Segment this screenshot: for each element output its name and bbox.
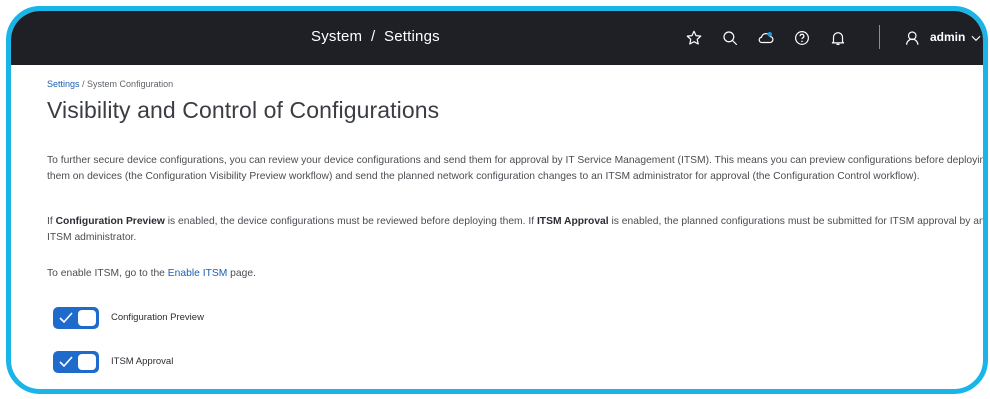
user-icon[interactable] [904, 29, 922, 47]
intro-paragraph: To further secure device configurations,… [47, 155, 988, 182]
toggle-knob [78, 354, 96, 370]
enable-itsm-paragraph: To enable ITSM, go to the Enable ITSM pa… [47, 266, 647, 282]
p2-bold-config-preview: Configuration Preview [55, 216, 165, 227]
help-icon[interactable] [793, 29, 811, 47]
toggle-knob [78, 310, 96, 326]
cloud-icon[interactable] [757, 29, 775, 47]
breadcrumb-current: System Configuration [87, 79, 174, 89]
p2-text-c: is enabled, the device configurations mu… [164, 216, 537, 227]
check-icon [59, 356, 73, 368]
p2-bold-itsm-approval: ITSM Approval [536, 216, 609, 227]
p2-text-a: If [47, 216, 56, 227]
user-name[interactable]: admin [930, 30, 965, 44]
breadcrumb-separator: / [79, 79, 88, 89]
star-icon[interactable] [685, 29, 703, 47]
itsm-approval-toggle[interactable] [53, 351, 99, 373]
p3-text-a: To enable ITSM, go to the [47, 268, 168, 279]
header-title: System / Settings [311, 28, 440, 45]
enable-itsm-link[interactable]: Enable ITSM [168, 268, 228, 279]
window-frame: System / Settings admin Settings / Syste… [6, 6, 988, 394]
chevron-down-icon[interactable] [969, 31, 983, 49]
header-divider [879, 25, 880, 49]
configuration-preview-toggle[interactable] [53, 307, 99, 329]
search-icon[interactable] [721, 29, 739, 47]
check-icon [59, 312, 73, 324]
itsm-approval-label: ITSM Approval [111, 356, 174, 367]
breadcrumb: Settings / System Configuration [47, 79, 173, 89]
preview-approval-paragraph: If Configuration Preview is enabled, the… [47, 214, 983, 245]
configuration-preview-label: Configuration Preview [111, 312, 204, 323]
breadcrumb-settings-link[interactable]: Settings [47, 79, 80, 89]
page-title: Visibility and Control of Configurations [47, 97, 440, 123]
top-header-bar: System / Settings admin [11, 11, 983, 65]
p3-text-b: page. [227, 268, 256, 279]
bell-icon[interactable] [829, 29, 847, 47]
